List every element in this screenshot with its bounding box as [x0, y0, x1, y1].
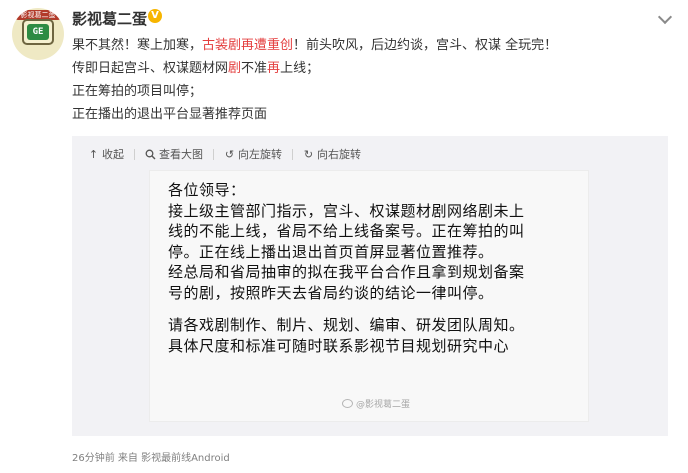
toolbar-divider: [213, 148, 214, 160]
rotate-right-label: 向右旋转: [317, 148, 361, 161]
rotate-left-button[interactable]: ↺ 向左旋转: [224, 146, 282, 162]
toolbar-divider: [292, 148, 293, 160]
chevron-down-icon[interactable]: [657, 9, 673, 25]
post-text: 果不其然！寒上加寒，古装剧再遭重创！前头吹风，后边约谈，宫斗、权谋 全玩完！ 传…: [72, 34, 672, 126]
post-line-4: 正在播出的退出平台显著推荐页面: [72, 107, 268, 122]
username[interactable]: 影视葛二蛋: [72, 8, 147, 29]
post-line-1: 果不其然！寒上加寒，古装剧再遭重创！前头吹风，后边约谈，宫斗、权谋 全玩完！: [72, 34, 672, 57]
notice-line: 线的不能上线，省局不给上线备案号。正在筹拍的叫: [168, 222, 525, 240]
avatar[interactable]: 影视葛二蛋 GE: [12, 8, 64, 60]
notice-line: 经总局和省局抽审的拟在我平台合作且拿到规划备案: [168, 263, 525, 281]
magnifier-icon: [145, 149, 156, 160]
notice-line: 号的剧，按照昨天去省局约谈的结论一律叫停。: [168, 283, 494, 302]
watermark-text: @影视葛二蛋: [356, 400, 411, 410]
tv-screen: GE: [27, 24, 49, 40]
post-line-2-c: 上线；: [280, 61, 320, 76]
rotate-right-icon: ↻: [303, 147, 314, 161]
notice-line: 停。正在线上播出退出首页首屏显著位置推荐。: [168, 242, 494, 261]
rotate-left-icon: ↺: [224, 147, 235, 161]
weibo-logo-icon: [342, 399, 353, 408]
post-line-1-b: ！前头吹风，后边约谈，宫斗、权谋 全玩完！: [293, 38, 558, 53]
post-line-2-b: 不准: [241, 61, 268, 76]
rotate-left-label: 向左旋转: [238, 148, 282, 161]
post-line-1-highlight[interactable]: 古装剧再遭重创: [202, 38, 293, 53]
post-line-2: 传即日起宫斗、权谋题材网剧不准再上线；: [72, 57, 672, 80]
view-large-button[interactable]: 查看大图: [145, 146, 203, 162]
watermark: @影视葛二蛋: [342, 397, 410, 410]
collapse-label: 收起: [102, 148, 124, 161]
notice-line: 各位领导：: [168, 181, 246, 199]
media-panel: ↑ 收起 查看大图 ↺ 向左旋转 ↻ 向右旋转 各位领导： 接上级主管部门指示，…: [72, 136, 668, 436]
notice-line: 接上级主管部门指示，宫斗、权谋题材剧网络剧未上: [168, 201, 525, 220]
post-line-2-highlight-2: 再: [267, 61, 281, 76]
toolbar-divider: [134, 148, 135, 160]
post-line-2-highlight-1: 剧: [228, 61, 242, 76]
notice-line: 请各戏剧制作、制片、规划、编审、研发团队周知。: [168, 316, 525, 334]
post-line-1-a: 果不其然！寒上加寒，: [72, 38, 203, 53]
rotate-right-button[interactable]: ↻ 向右旋转: [303, 146, 361, 162]
post-meta: 26分钟前 来自 影视最前线Android: [72, 453, 230, 464]
post-line-3: 正在筹拍的项目叫停；: [72, 84, 203, 99]
post-line-2-a: 传即日起宫斗、权谋题材网: [72, 61, 229, 76]
arrow-up-icon: ↑: [88, 147, 99, 161]
notice-image[interactable]: 各位领导： 接上级主管部门指示，宫斗、权谋题材剧网络剧未上 线的不能上线，省局不…: [150, 171, 588, 421]
notice-text: 各位领导： 接上级主管部门指示，宫斗、权谋题材剧网络剧未上 线的不能上线，省局不…: [168, 180, 580, 356]
verified-badge-icon: V: [148, 9, 162, 23]
view-large-label: 查看大图: [159, 148, 203, 161]
image-toolbar: ↑ 收起 查看大图 ↺ 向左旋转 ↻ 向右旋转: [88, 144, 371, 164]
notice-line: 具体尺度和标准可随时联系影视节目规划研究中心: [168, 336, 510, 355]
tv-logo: GE: [22, 19, 54, 45]
collapse-button[interactable]: ↑ 收起: [88, 146, 124, 162]
